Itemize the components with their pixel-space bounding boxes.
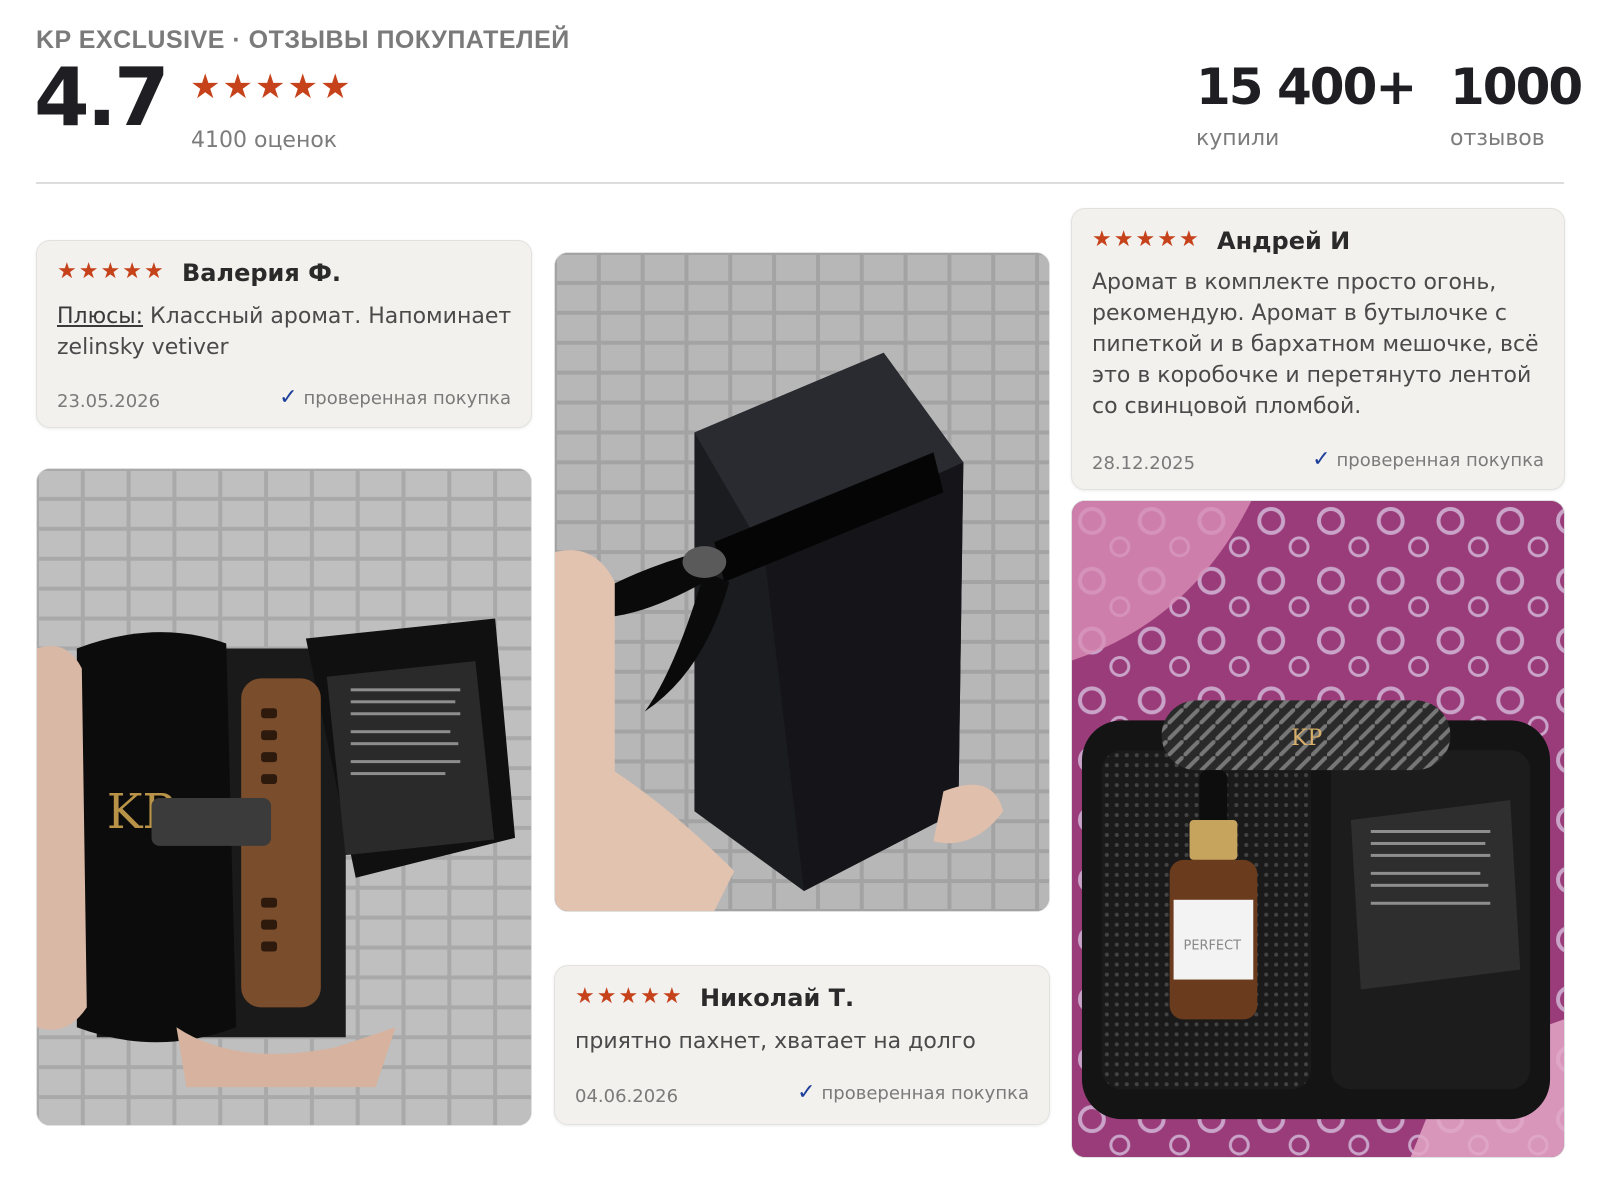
review-author: Николай Т. [700, 984, 855, 1012]
star-icon: ★ [190, 67, 221, 107]
star-icon: ★ [596, 984, 617, 1009]
review-text: приятно пахнет, хватает на долго [575, 1029, 976, 1054]
star-icon: ★ [1178, 227, 1199, 252]
star-icon: ★ [1157, 227, 1177, 252]
rating-stars: ★ ★ ★ ★ ★ [190, 70, 350, 104]
star-icon: ★ [222, 67, 253, 107]
bottle-label: PERFECT [1184, 939, 1242, 954]
review-date: 04.06.2026 [575, 1086, 679, 1107]
review-stars: ★ ★ ★ ★ ★ [575, 986, 682, 1008]
review-photo[interactable] [554, 252, 1050, 912]
star-icon: ★ [78, 259, 99, 284]
review-photo[interactable]: KP [36, 468, 532, 1126]
review-card[interactable]: ★ ★ ★ ★ ★ Андрей И Аромат в комплекте пр… [1071, 208, 1565, 490]
review-stars: ★ ★ ★ ★ ★ [57, 261, 164, 283]
review-date: 28.12.2025 [1092, 453, 1196, 474]
photo-travel-case: KP PERFECT [1072, 501, 1564, 1157]
verified-badge: ✓ проверенная покупка [797, 1082, 1029, 1104]
review-author: Андрей И [1217, 227, 1351, 255]
review-photo[interactable]: KP PERFECT [1071, 500, 1565, 1158]
stat-value: 15 400+ [1196, 58, 1417, 116]
stat-label: купили [1196, 126, 1280, 151]
star-icon: ★ [319, 67, 351, 107]
star-icon: ★ [100, 259, 121, 284]
verified-badge: ✓ проверенная покупка [1312, 449, 1544, 471]
ratings-count: 4100 оценок [191, 128, 338, 153]
review-text: Аромат в комплекте просто огонь, рекомен… [1092, 270, 1539, 419]
review-date: 23.05.2026 [57, 391, 161, 412]
review-card[interactable]: ★ ★ ★ ★ ★ Валерия Ф. Плюсы: Классный аро… [36, 240, 532, 428]
stat-value: 1000 [1450, 58, 1583, 116]
stat-bought: 15 400+ купили [1196, 58, 1417, 151]
star-icon: ★ [57, 259, 77, 284]
star-icon: ★ [661, 984, 682, 1009]
star-icon: ★ [143, 259, 164, 284]
star-icon: ★ [287, 67, 318, 107]
stat-label: отзывов [1450, 126, 1545, 151]
photo-pouch-box: KP [37, 469, 531, 1125]
pros-label: Плюсы: [57, 304, 144, 329]
star-icon: ★ [1135, 227, 1156, 252]
case-logo: KP [1291, 726, 1322, 751]
star-icon: ★ [1092, 227, 1112, 252]
verified-label: проверенная покупка [303, 387, 511, 409]
verified-badge: ✓ проверенная покупка [279, 387, 511, 409]
star-icon: ★ [640, 984, 660, 1009]
review-text: Плюсы: Классный аромат. Напоминает zelin… [57, 301, 513, 363]
average-rating: 4.7 [34, 51, 170, 144]
check-icon: ✓ [1312, 447, 1331, 472]
star-icon: ★ [618, 984, 639, 1009]
check-icon: ✓ [279, 385, 298, 410]
verified-label: проверенная покупка [1336, 449, 1544, 471]
stat-reviews: 1000 отзывов [1450, 58, 1583, 151]
star-icon: ★ [1113, 227, 1134, 252]
star-icon: ★ [254, 67, 286, 107]
check-icon: ✓ [797, 1080, 816, 1105]
review-author: Валерия Ф. [182, 259, 342, 287]
verified-label: проверенная покупка [821, 1082, 1029, 1104]
star-icon: ★ [122, 259, 142, 284]
header-divider [36, 182, 1564, 184]
review-card[interactable]: ★ ★ ★ ★ ★ Николай Т. приятно пахнет, хва… [554, 965, 1050, 1125]
star-icon: ★ [575, 984, 595, 1009]
review-stars: ★ ★ ★ ★ ★ [1092, 229, 1199, 251]
photo-gift-box [555, 253, 1049, 911]
